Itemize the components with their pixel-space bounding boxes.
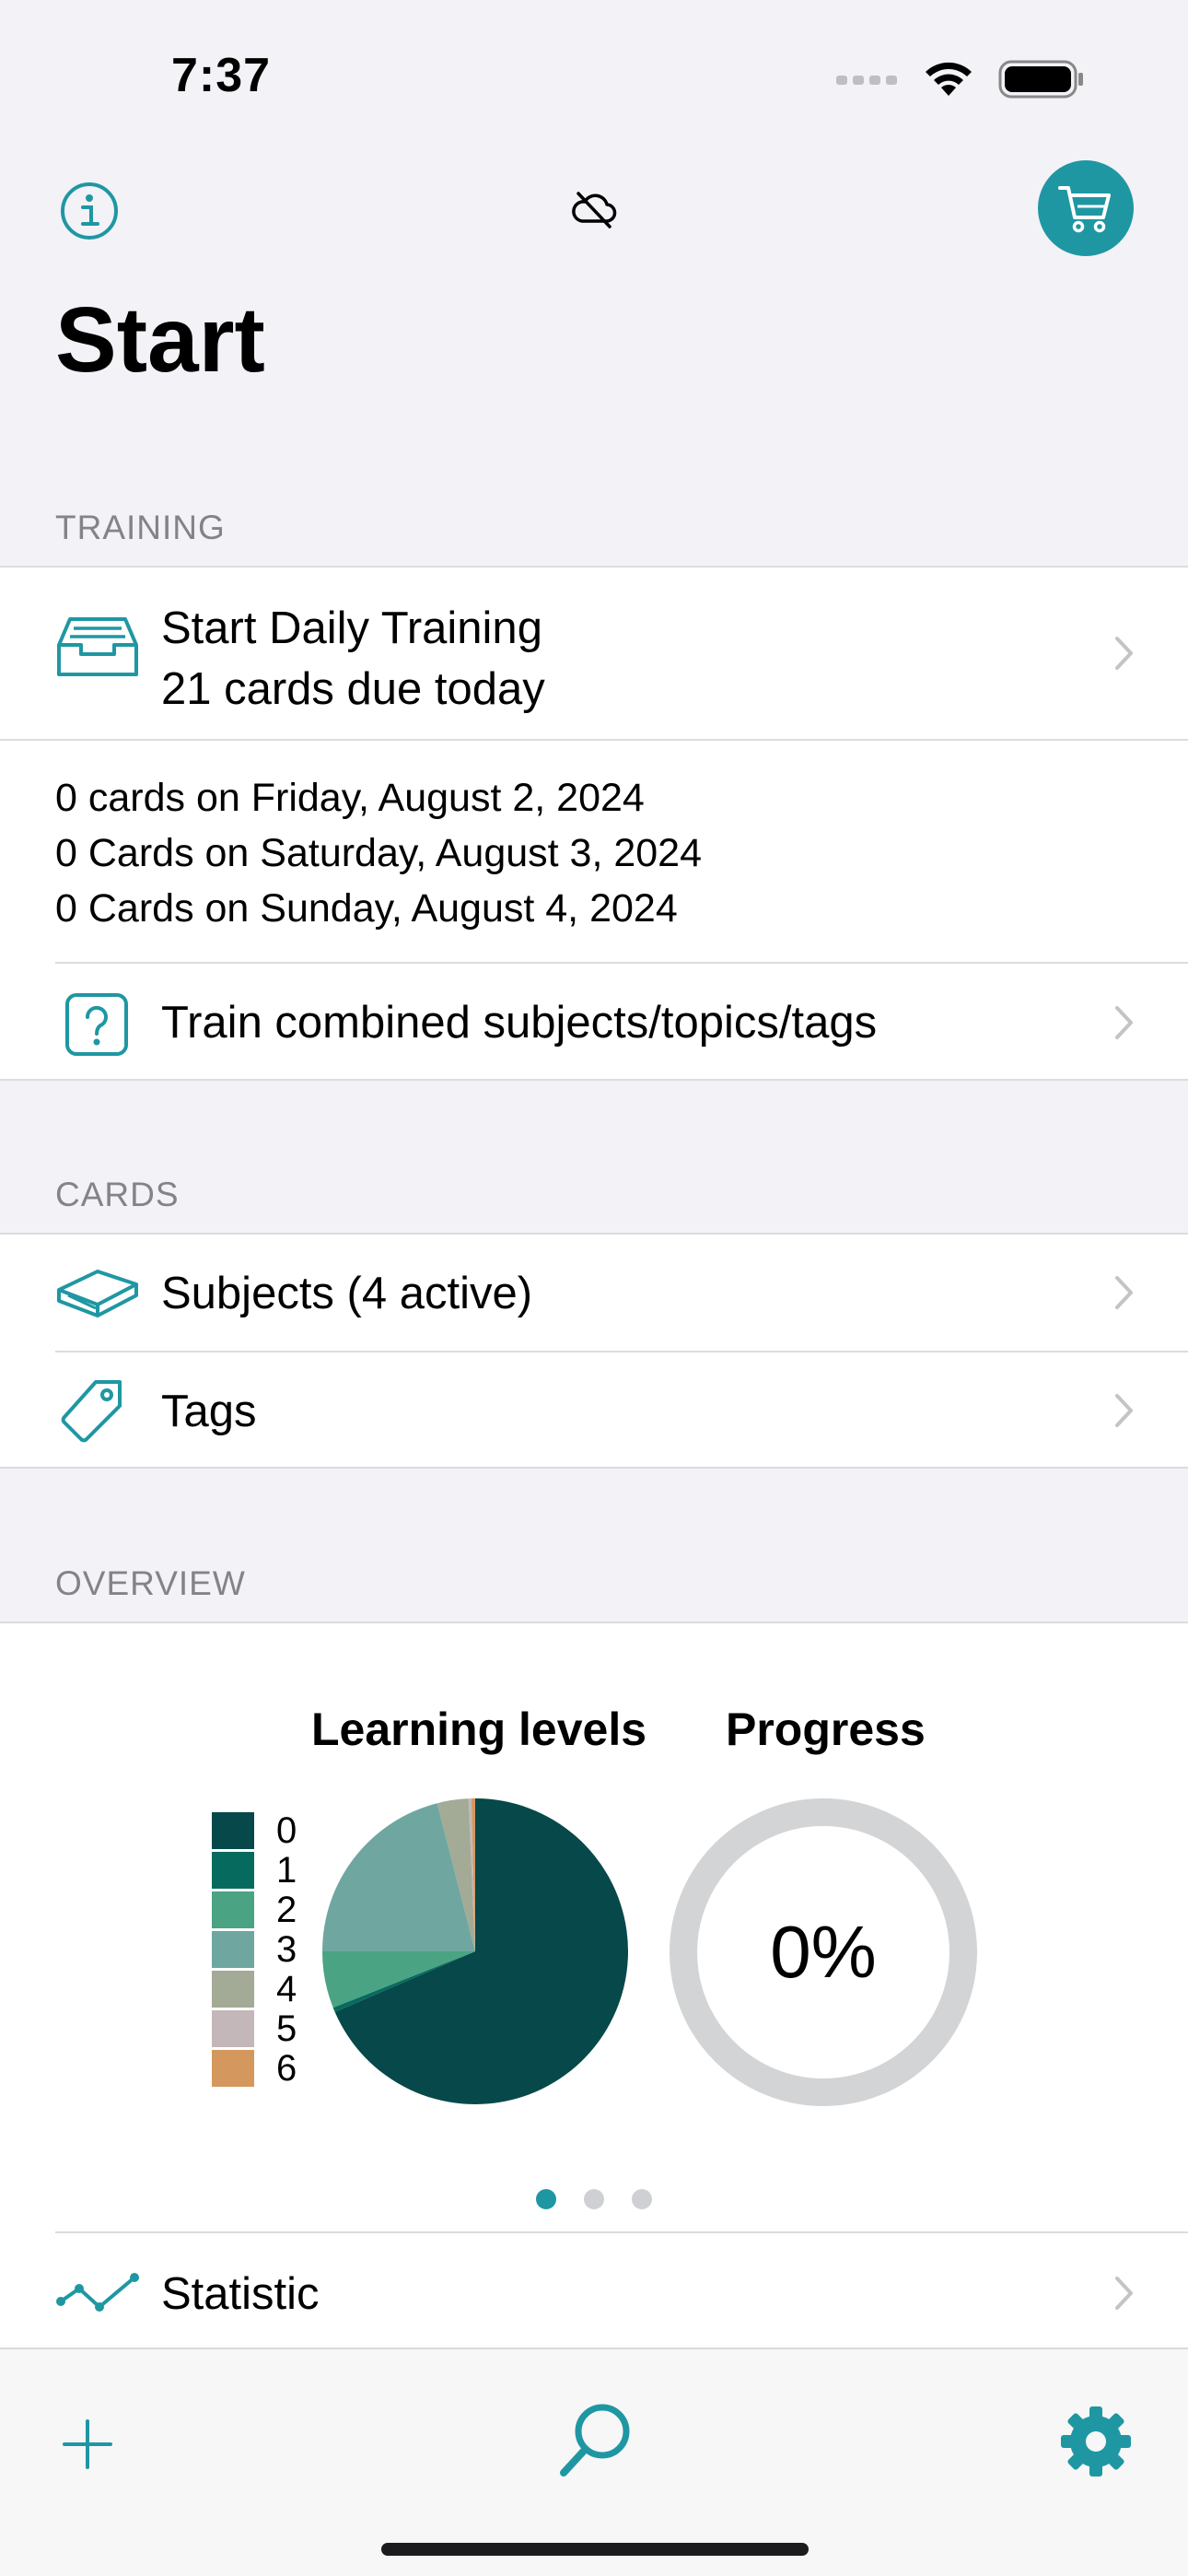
chevron-right-icon [1115,1276,1133,1309]
subjects-row[interactable]: Subjects (4 active) [0,1235,1188,1351]
chevron-right-icon [1115,1394,1133,1427]
wifi-icon [926,62,972,96]
legend-swatch [212,1971,254,2008]
cellular-signal-icon [836,76,897,85]
search-button[interactable] [556,2401,634,2480]
section-header-training: TRAINING [55,509,226,546]
cards-due-today: 21 cards due today [161,664,545,714]
statistic-row[interactable]: Statistic [0,2233,1188,2349]
chevron-right-icon [1115,1006,1133,1039]
status-icons [836,57,1085,101]
learning-levels-title: Learning levels [311,1704,647,1755]
chevron-right-icon [1115,2277,1133,2310]
start-daily-training-row[interactable]: Start Daily Training 21 cards due today [0,568,1188,739]
search-icon [560,2404,630,2476]
section-header-cards: CARDS [55,1176,180,1213]
chevron-right-icon [1115,637,1133,670]
cloud-off-icon [572,192,617,228]
cart-icon [1058,186,1111,233]
info-button[interactable] [59,181,120,241]
line-chart-icon [56,2273,139,2312]
inbox-tray-icon [57,617,138,676]
home-indicator [381,2543,809,2556]
status-time: 7:37 [171,49,272,102]
learning-levels-pie-chart [322,1798,628,2104]
page-indicator[interactable] [536,2189,652,2209]
legend-swatch [212,1852,254,1889]
legend-item-1: 1 [212,1850,297,1891]
page-dot-active[interactable] [536,2189,556,2209]
subjects-label: Subjects (4 active) [161,1269,533,1318]
upcoming-day-1: 0 cards on Friday, August 2, 2024 [55,776,645,820]
tag-icon [61,1380,122,1443]
tags-label: Tags [161,1387,257,1436]
battery-icon [998,60,1083,99]
train-combined-label: Train combined subjects/topics/tags [161,998,878,1048]
page-title: Start [55,288,265,392]
settings-button[interactable] [1059,2405,1133,2478]
sync-status-button[interactable] [569,184,619,234]
progress-value: 0% [770,1911,877,1993]
gear-icon [1061,2406,1131,2476]
legend-swatch [212,1891,254,1928]
toolbar [0,2348,1188,2576]
add-button[interactable] [59,2416,116,2473]
legend-item-4: 4 [212,1969,297,2009]
legend-item-3: 3 [212,1929,297,1970]
legend-item-0: 0 [212,1810,297,1851]
progress-title: Progress [726,1704,926,1755]
legend-item-6: 6 [212,2048,297,2089]
page-dot[interactable] [632,2189,652,2209]
legend-swatch [212,1812,254,1849]
statistic-label: Statistic [161,2269,320,2319]
info-icon [61,182,118,240]
start-daily-training-label: Start Daily Training [161,603,542,653]
section-header-overview: OVERVIEW [55,1564,246,1602]
cards-group: Subjects (4 active) Tags [0,1233,1188,1469]
legend-swatch [212,2010,254,2047]
page-dot[interactable] [584,2189,604,2209]
training-group: Start Daily Training 21 cards due today … [0,566,1188,1081]
train-combined-row[interactable]: Train combined subjects/topics/tags [0,964,1188,1081]
shop-button[interactable] [1038,160,1134,256]
legend-swatch [212,2050,254,2087]
legend-item-5: 5 [212,2008,297,2049]
plus-icon [63,2419,112,2469]
legend-item-2: 2 [212,1890,297,1930]
upcoming-day-2: 0 Cards on Saturday, August 3, 2024 [55,831,703,875]
book-icon [57,1270,138,1317]
upcoming-day-3: 0 Cards on Sunday, August 4, 2024 [55,886,678,931]
tags-row[interactable]: Tags [0,1352,1188,1469]
question-square-icon [65,993,128,1056]
overview-group: Learning levels Progress 0 1 2 3 4 5 6 0… [0,1622,1188,2349]
legend-swatch [212,1931,254,1968]
